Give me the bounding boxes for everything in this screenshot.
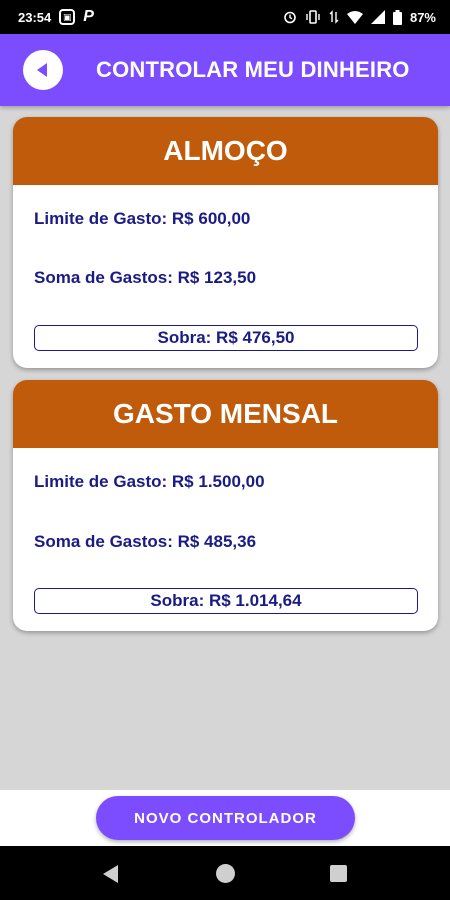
signal-icon — [370, 10, 385, 24]
card-title: ALMOÇO — [13, 117, 438, 185]
app-bar: CONTROLAR MEU DINHEIRO — [0, 34, 450, 106]
status-time: 23:54 — [18, 9, 52, 25]
back-button[interactable] — [23, 50, 63, 90]
sobra-box: Sobra: R$ 1.014,64 — [34, 588, 418, 614]
bottom-action-area: NOVO CONTROLADOR — [0, 790, 450, 846]
system-nav-bar — [0, 846, 450, 900]
nav-back-icon[interactable] — [103, 865, 118, 883]
app-notification-icon: ▣ — [59, 9, 76, 25]
status-left: 23:54 ▣ P — [18, 8, 94, 26]
back-arrow-icon — [36, 63, 47, 77]
limite-label: Limite de Gasto: R$ 600,00 — [34, 209, 251, 228]
card-title: GASTO MENSAL — [13, 380, 438, 448]
controller-card[interactable]: GASTO MENSAL Limite de Gasto: R$ 1.500,0… — [13, 380, 438, 631]
status-right: 87% — [283, 9, 436, 25]
soma-label: Soma de Gastos: R$ 123,50 — [34, 268, 257, 287]
limite-label: Limite de Gasto: R$ 1.500,00 — [34, 472, 265, 491]
sobra-box: Sobra: R$ 476,50 — [34, 325, 418, 351]
nav-home-icon[interactable] — [216, 864, 235, 883]
vibrate-icon — [305, 10, 321, 24]
page-title: CONTROLAR MEU DINHEIRO — [96, 57, 410, 82]
sobra-label: Sobra: R$ 1.014,64 — [150, 591, 302, 610]
nav-recents-icon[interactable] — [330, 865, 347, 882]
alarm-icon — [283, 10, 297, 24]
data-arrows-icon — [329, 10, 339, 24]
soma-label: Soma de Gastos: R$ 485,36 — [34, 532, 257, 551]
status-bar: 23:54 ▣ P 87% — [0, 0, 450, 34]
battery-percent: 87% — [409, 9, 436, 25]
controller-card[interactable]: ALMOÇO Limite de Gasto: R$ 600,00 Soma d… — [13, 117, 438, 368]
parking-icon: P — [83, 8, 94, 25]
wifi-icon — [346, 10, 363, 24]
battery-icon — [392, 9, 402, 25]
sobra-label: Sobra: R$ 476,50 — [157, 328, 295, 347]
novo-controlador-button[interactable]: NOVO CONTROLADOR — [96, 796, 355, 840]
